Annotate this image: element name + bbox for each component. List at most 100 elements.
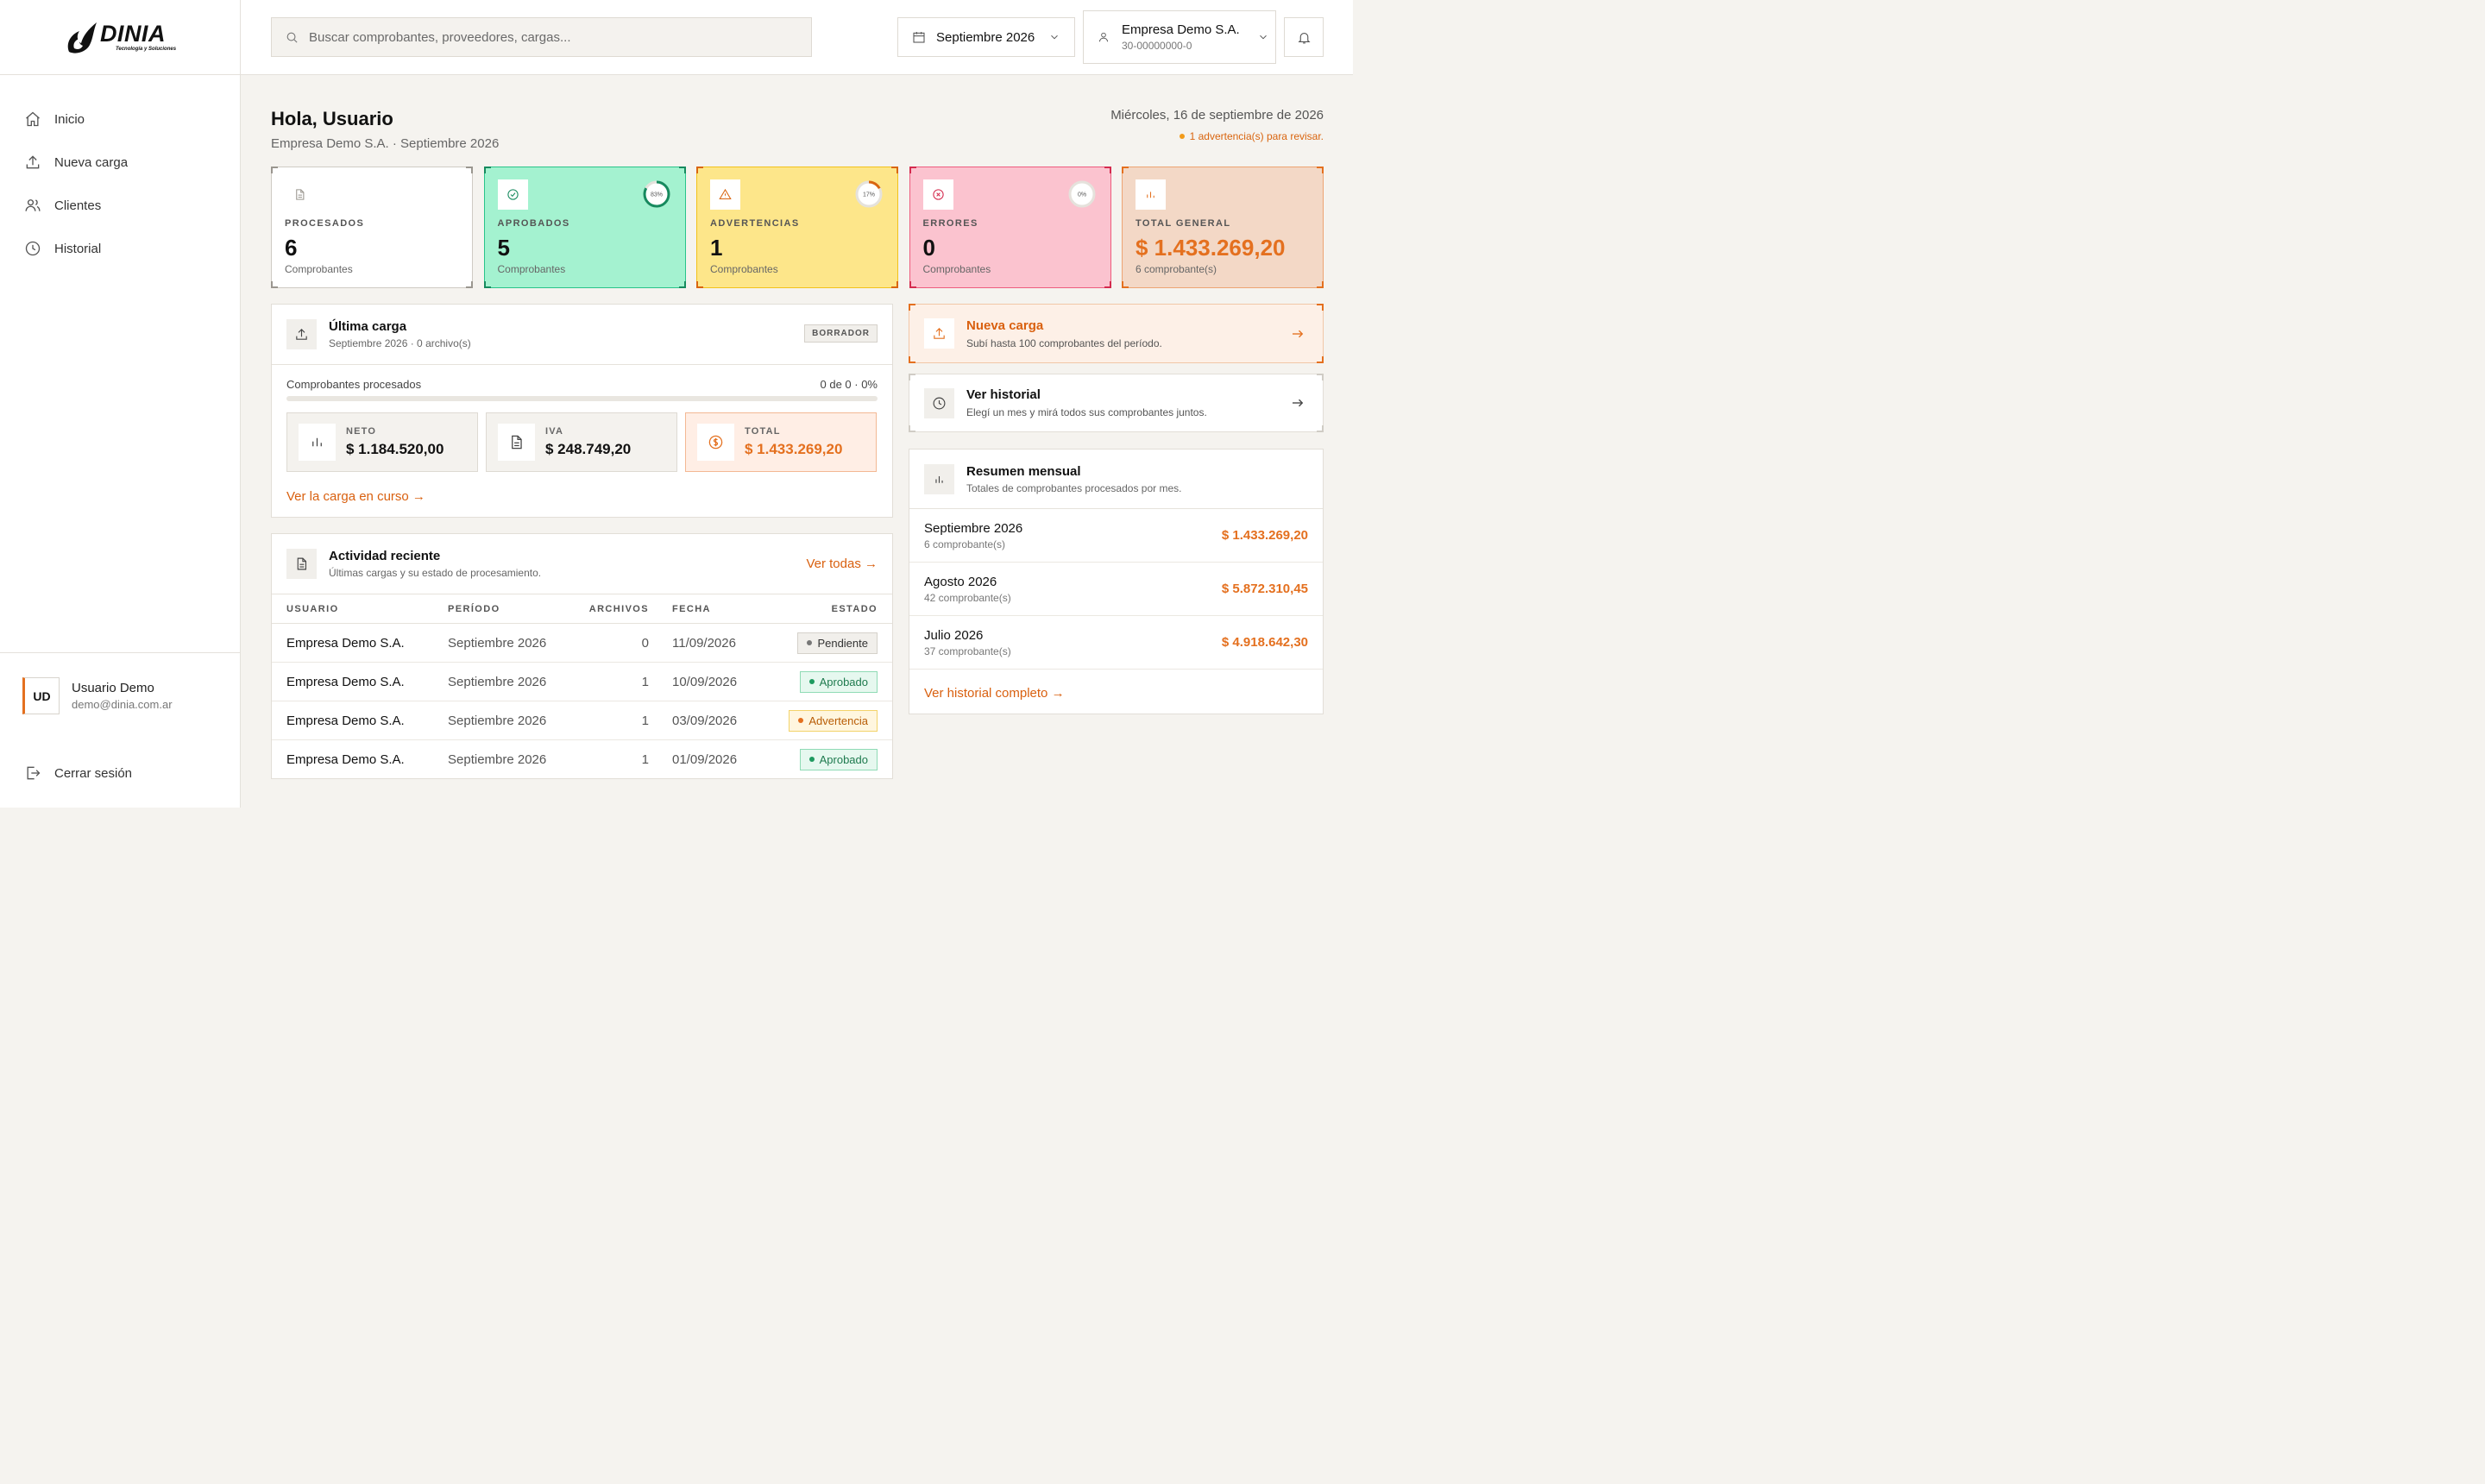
history-card[interactable]: Ver historial Elegí un mes y mirá todos …: [909, 374, 1324, 432]
stat-card-aprobados[interactable]: 83% APROBADOS 5 Comprobantes: [483, 167, 686, 288]
cell-user: Empresa Demo S.A.: [272, 701, 448, 740]
check-circle-icon: [506, 189, 519, 200]
column-header[interactable]: USUARIO: [272, 594, 448, 624]
neto-summary: NETO $ 1.184.520,00: [286, 412, 478, 472]
sidebar-item-clientes[interactable]: Clientes: [0, 184, 240, 227]
search-icon: [286, 32, 298, 43]
status-badge: Pendiente: [797, 632, 878, 654]
stat-icon-box: [1136, 179, 1166, 210]
progress-bar: [286, 396, 878, 401]
table-row[interactable]: Empresa Demo S.A. Septiembre 2026 1 10/0…: [272, 662, 892, 701]
logo[interactable]: DINIA Tecnología y Soluciones: [0, 0, 240, 75]
sidebar-item-historial[interactable]: Historial: [0, 227, 240, 270]
column-header[interactable]: ESTADO: [760, 594, 892, 624]
bar-chart-icon: [312, 437, 322, 447]
x-circle-icon: [932, 189, 944, 200]
user-icon: [1098, 32, 1109, 42]
total-value: $ 1.433.269,20: [745, 441, 843, 457]
user-profile[interactable]: UD Usuario Demo demo@dinia.com.ar: [0, 652, 240, 739]
table-row[interactable]: Empresa Demo S.A. Septiembre 2026 0 11/0…: [272, 623, 892, 663]
status-badge: Aprobado: [799, 748, 878, 770]
stat-sub: Comprobantes: [922, 263, 991, 275]
sidebar-item-label: Nueva carga: [54, 154, 129, 170]
status-badge: BORRADOR: [804, 324, 878, 343]
page-title: Hola, Usuario: [271, 108, 393, 129]
progress-label: Comprobantes procesados: [286, 378, 422, 391]
cell-date: 11/09/2026: [649, 623, 761, 663]
activity-title: Actividad reciente: [329, 549, 441, 563]
coin-icon: [708, 435, 723, 450]
document-icon: [296, 189, 305, 200]
company-selector[interactable]: Empresa Demo S.A. 30-00000000-0: [1083, 10, 1276, 64]
month-total: $ 1.433.269,20: [1221, 528, 1308, 543]
sidebar: DINIA Tecnología y Soluciones Inicio Nue…: [0, 0, 241, 808]
month-count: 37 comprobante(s): [924, 645, 1011, 657]
page-subtitle: Empresa Demo S.A. · Septiembre 2026: [271, 136, 500, 151]
topbar: Septiembre 2026 Empresa Demo S.A. 30-000…: [241, 0, 1353, 75]
chevron-down-icon: [1051, 35, 1059, 40]
company-cuit: 30-00000000-0: [1122, 40, 1192, 52]
company-name: Empresa Demo S.A.: [1122, 22, 1240, 37]
upload-icon-box: [286, 319, 317, 349]
list-item[interactable]: Septiembre 2026 6 comprobante(s) $ 1.433…: [909, 509, 1323, 563]
stat-card-total-general[interactable]: TOTAL GENERAL $ 1.433.269,20 6 comproban…: [1122, 167, 1324, 288]
avatar: UD: [22, 677, 60, 714]
warning-notice[interactable]: 1 advertencia(s) para revisar.: [1179, 130, 1324, 142]
last-upload-title: Última carga: [329, 319, 407, 334]
cell-date: 10/09/2026: [649, 662, 761, 701]
period-value: Septiembre 2026: [936, 29, 1035, 45]
stat-sub: Comprobantes: [497, 263, 566, 275]
column-header[interactable]: FECHA: [649, 594, 761, 624]
list-item[interactable]: Agosto 2026 42 comprobante(s) $ 5.872.31…: [909, 563, 1323, 616]
table-row[interactable]: Empresa Demo S.A. Septiembre 2026 1 01/0…: [272, 740, 892, 779]
stat-sub: 6 comprobante(s): [1136, 263, 1217, 275]
stat-value: $ 1.433.269,20: [1136, 235, 1286, 261]
column-header[interactable]: PERÍODO: [448, 594, 577, 624]
current-date: Miércoles, 16 de septiembre de 2026: [1110, 108, 1324, 123]
new-upload-subtitle: Subí hasta 100 comprobantes del período.: [966, 336, 1162, 349]
monthly-subtitle: Totales de comprobantes procesados por m…: [966, 481, 1182, 494]
history-subtitle: Elegí un mes y mirá todos sus comprobant…: [966, 406, 1207, 418]
upload-icon: [26, 155, 40, 169]
table-row[interactable]: Empresa Demo S.A. Septiembre 2026 1 03/0…: [272, 701, 892, 740]
calendar-icon: [913, 32, 925, 43]
view-all-link[interactable]: Ver todas →: [806, 556, 878, 571]
new-upload-card[interactable]: Nueva carga Subí hasta 100 comprobantes …: [909, 304, 1324, 363]
cell-period: Septiembre 2026: [448, 623, 577, 663]
month-count: 42 comprobante(s): [924, 591, 1011, 604]
stat-card-errores[interactable]: 0% ERRORES 0 Comprobantes: [909, 167, 1111, 288]
warning-icon: [719, 188, 732, 200]
notifications-button[interactable]: [1284, 17, 1324, 57]
month-total: $ 5.872.310,45: [1221, 582, 1308, 596]
stat-card-procesados[interactable]: PROCESADOS 6 Comprobantes: [271, 167, 473, 288]
sidebar-item-inicio[interactable]: Inicio: [0, 97, 240, 141]
logout-button[interactable]: Cerrar sesión: [0, 739, 240, 808]
cell-date: 01/09/2026: [672, 751, 738, 767]
stat-card-advertencias[interactable]: 17% ADVERTENCIAS 1 Comprobantes: [696, 167, 898, 288]
view-full-history-link[interactable]: Ver historial completo →: [909, 670, 1323, 717]
ring-label: 83%: [650, 192, 662, 198]
cell-period: Septiembre 2026: [448, 701, 577, 740]
sidebar-item-nueva-carga[interactable]: Nueva carga: [0, 141, 240, 184]
brand-name: DINIA: [99, 21, 166, 47]
upload-icon: [934, 328, 945, 339]
month-total: $ 4.918.642,30: [1221, 635, 1308, 650]
month-name: Septiembre 2026: [924, 520, 1023, 536]
list-item[interactable]: Julio 2026 37 comprobante(s) $ 4.918.642…: [909, 616, 1323, 670]
search-input[interactable]: [309, 29, 775, 45]
stat-value: 1: [710, 235, 723, 261]
bar-chart-icon-box: [924, 463, 954, 494]
status-dot-icon: [798, 718, 804, 723]
brand-tagline: Tecnología y Soluciones: [115, 47, 177, 52]
column-header[interactable]: ARCHIVOS: [577, 594, 649, 624]
status-dot-icon: [808, 757, 815, 763]
upload-icon: [296, 329, 307, 340]
sidebar-nav: Inicio Nueva carga Clientes Historial: [0, 75, 240, 270]
clock-icon: [25, 241, 41, 256]
stat-label: ERRORES: [922, 218, 978, 229]
stat-icon-box: [285, 179, 315, 210]
period-selector[interactable]: Septiembre 2026: [897, 17, 1075, 57]
view-current-upload-link[interactable]: Ver la carga en curso →: [286, 489, 425, 504]
progress-value: 0 de 0 · 0%: [820, 378, 878, 391]
chevron-down-icon: [1259, 35, 1267, 40]
